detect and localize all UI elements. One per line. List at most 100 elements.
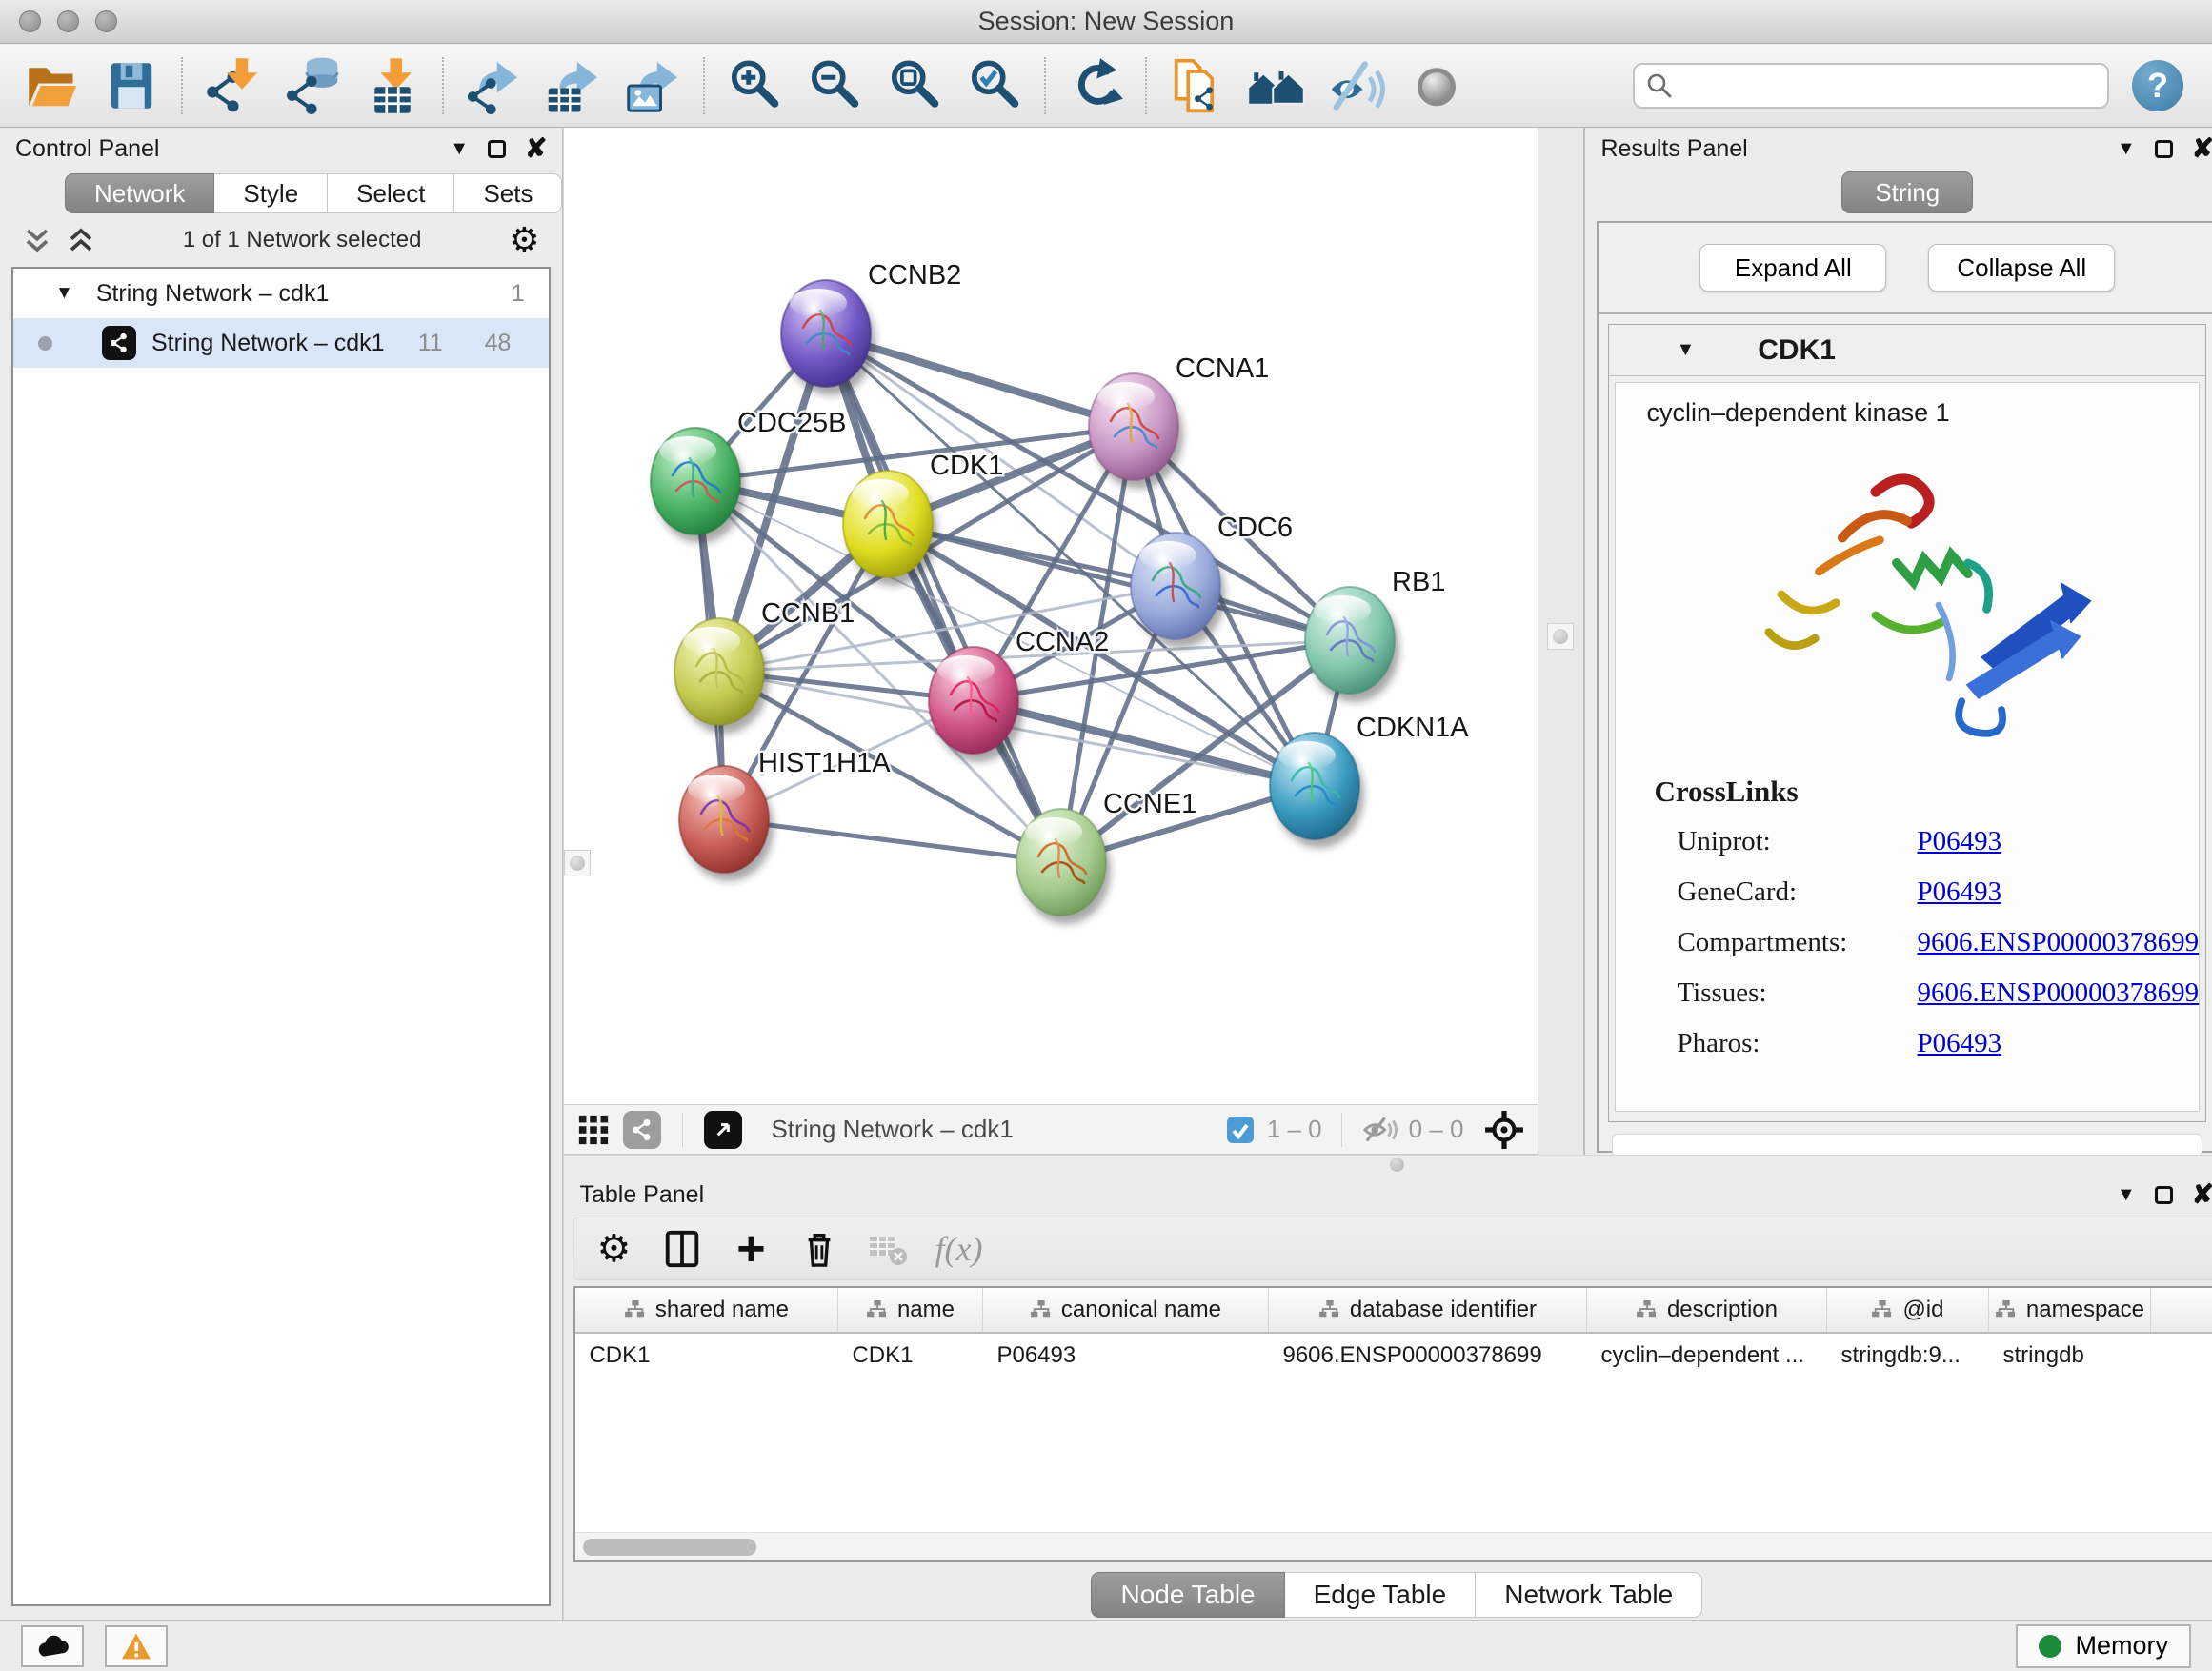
- export-table-button[interactable]: [535, 50, 612, 121]
- cell-namespace[interactable]: stringdb: [1989, 1334, 2151, 1378]
- right-panel-splitter[interactable]: [1538, 128, 1585, 1155]
- network-tree-root-row[interactable]: ▼ String Network – cdk1 1: [13, 269, 549, 318]
- crosslink-link[interactable]: 9606.ENSP00000378699: [1917, 977, 2199, 1009]
- new-network-from-selected-file-button[interactable]: [1158, 50, 1235, 121]
- scrollbar-thumb[interactable]: [583, 1539, 756, 1556]
- control-panel-close-icon[interactable]: ✘: [525, 139, 547, 158]
- window-close-button[interactable]: [19, 10, 41, 32]
- column-header-canonical-name[interactable]: canonical name: [983, 1288, 1269, 1332]
- column-header-database-identifier[interactable]: database identifier: [1269, 1288, 1587, 1332]
- save-session-button[interactable]: [93, 50, 170, 121]
- table-panel-close-icon[interactable]: ✘: [2192, 1185, 2212, 1204]
- results-panel-close-icon[interactable]: ✘: [2192, 139, 2212, 158]
- table-panel: Table Panel ▼ ✘ ⚙ +: [564, 1174, 2212, 1620]
- cell-canonical-name[interactable]: P06493: [983, 1334, 1269, 1378]
- open-session-button[interactable]: [13, 50, 90, 121]
- entry-gene-name: CDK1: [1758, 334, 1836, 367]
- cell-name[interactable]: CDK1: [838, 1334, 983, 1378]
- delete-columns-icon[interactable]: [797, 1227, 841, 1271]
- zoom-selected-region-button[interactable]: [956, 50, 1033, 121]
- entry-collapse-icon[interactable]: ▼: [1676, 339, 1695, 361]
- crosslink-link[interactable]: 9606.ENSP00000378699: [1917, 927, 2199, 958]
- search-input[interactable]: [1682, 70, 2096, 100]
- left-panel-splitter[interactable]: [563, 128, 564, 1620]
- cell-description[interactable]: cyclin–dependent ...: [1587, 1334, 1827, 1378]
- edge-CCNB2-CCNE1[interactable]: [826, 333, 1061, 862]
- results-scrollbar[interactable]: [1612, 1134, 2202, 1157]
- expand-all-button[interactable]: Expand All: [1699, 244, 1886, 292]
- crosslink-link[interactable]: P06493: [1917, 1028, 2001, 1059]
- tab-network[interactable]: Network: [65, 173, 214, 213]
- table-horizontal-scrollbar[interactable]: [575, 1532, 2212, 1560]
- column-header-namespace[interactable]: namespace: [1989, 1288, 2151, 1332]
- ndex-home-icon: [1248, 57, 1305, 114]
- column-header-description[interactable]: description: [1587, 1288, 1827, 1332]
- zoom-in-button[interactable]: [716, 50, 793, 121]
- node-CCNE1[interactable]: CCNE1: [1016, 789, 1196, 924]
- network-tree-row[interactable]: String Network – cdk1 11 48: [13, 318, 549, 368]
- crosslink-label: Tissues:: [1677, 977, 1917, 1009]
- results-panel-menu-icon[interactable]: ▼: [2117, 138, 2136, 160]
- network-canvas[interactable]: CCNB2 CCNA1 CDC25B CDK1 CDC6 RB1: [564, 128, 1538, 1105]
- expand-all-icon[interactable]: [67, 226, 95, 254]
- column-header-shared-name[interactable]: shared name: [575, 1288, 838, 1332]
- show-columns-icon[interactable]: [660, 1227, 704, 1271]
- show-birds-eye-view-button[interactable]: [1398, 50, 1475, 121]
- help-button[interactable]: ?: [2132, 60, 2183, 111]
- node-RB1[interactable]: RB1: [1305, 567, 1445, 702]
- tree-collapse-icon[interactable]: ▼: [55, 283, 73, 304]
- export-network-button[interactable]: [455, 50, 532, 121]
- search-field[interactable]: [1633, 63, 2109, 109]
- cell-database-identifier[interactable]: 9606.ENSP00000378699: [1269, 1334, 1587, 1378]
- table-row[interactable]: CDK1CDK1P064939606.ENSP00000378699cyclin…: [575, 1334, 2212, 1378]
- column-header-name[interactable]: name: [838, 1288, 983, 1332]
- import-network-from-database-button[interactable]: [274, 50, 351, 121]
- collapse-all-icon[interactable]: [23, 226, 51, 254]
- warnings-button[interactable]: [105, 1625, 168, 1667]
- table-settings-gear-icon[interactable]: ⚙: [592, 1227, 635, 1271]
- control-panel-menu-icon[interactable]: ▼: [450, 138, 469, 160]
- column-header--id[interactable]: @id: [1827, 1288, 1989, 1332]
- table-panel-float-icon[interactable]: [2155, 1186, 2173, 1204]
- tab-style[interactable]: Style: [214, 173, 328, 213]
- control-panel-float-icon[interactable]: [488, 140, 506, 158]
- cloud-status-button[interactable]: [21, 1625, 84, 1667]
- tab-select[interactable]: Select: [328, 173, 454, 213]
- import-table-from-file-button[interactable]: [354, 50, 431, 121]
- cell-shared-name[interactable]: CDK1: [575, 1334, 838, 1378]
- table-panel-splitter[interactable]: [564, 1155, 2212, 1174]
- zoom-fit-content-button[interactable]: [876, 50, 953, 121]
- hide-graphics-details-button[interactable]: [1318, 50, 1395, 121]
- create-column-icon[interactable]: +: [729, 1227, 773, 1271]
- crosslink-link[interactable]: P06493: [1917, 826, 2001, 857]
- node-CDC6[interactable]: CDC6: [1131, 513, 1293, 648]
- ndex-home-button[interactable]: [1238, 50, 1315, 121]
- selected-checkbox-icon[interactable]: [1225, 1115, 1256, 1145]
- results-panel-float-icon[interactable]: [2155, 140, 2173, 158]
- collapse-all-button[interactable]: Collapse All: [1928, 244, 2115, 292]
- node-CDKN1A[interactable]: CDKN1A: [1270, 713, 1469, 848]
- toolbar-separator: [1044, 57, 1046, 114]
- apply-preferred-layout-button[interactable]: [1057, 50, 1134, 121]
- import-network-from-file-button[interactable]: [194, 50, 271, 121]
- birds-eye-view-icon[interactable]: [704, 1111, 742, 1149]
- table-panel-menu-icon[interactable]: ▼: [2117, 1184, 2136, 1206]
- node-HIST1H1A[interactable]: HIST1H1A: [679, 748, 891, 881]
- tab-edge-table[interactable]: Edge Table: [1285, 1572, 1477, 1618]
- grid-view-icon[interactable]: [577, 1114, 610, 1146]
- network-type-icon[interactable]: [623, 1111, 661, 1149]
- tab-network-table[interactable]: Network Table: [1476, 1572, 1702, 1618]
- tab-node-table[interactable]: Node Table: [1091, 1572, 1284, 1618]
- tab-sets[interactable]: Sets: [454, 173, 562, 213]
- fit-selected-crosshair-icon[interactable]: [1484, 1110, 1524, 1150]
- cell--id[interactable]: stringdb:9...: [1827, 1334, 1989, 1378]
- window-zoom-button[interactable]: [95, 10, 117, 32]
- memory-button[interactable]: Memory: [2016, 1624, 2191, 1668]
- edge-HIST1H1A-CCNE1[interactable]: [724, 819, 1061, 862]
- tab-string[interactable]: String: [1841, 171, 1973, 213]
- network-options-gear-icon[interactable]: ⚙: [509, 220, 539, 260]
- window-minimize-button[interactable]: [57, 10, 79, 32]
- export-image-button[interactable]: [615, 50, 692, 121]
- crosslink-link[interactable]: P06493: [1917, 876, 2001, 908]
- zoom-out-button[interactable]: [796, 50, 873, 121]
